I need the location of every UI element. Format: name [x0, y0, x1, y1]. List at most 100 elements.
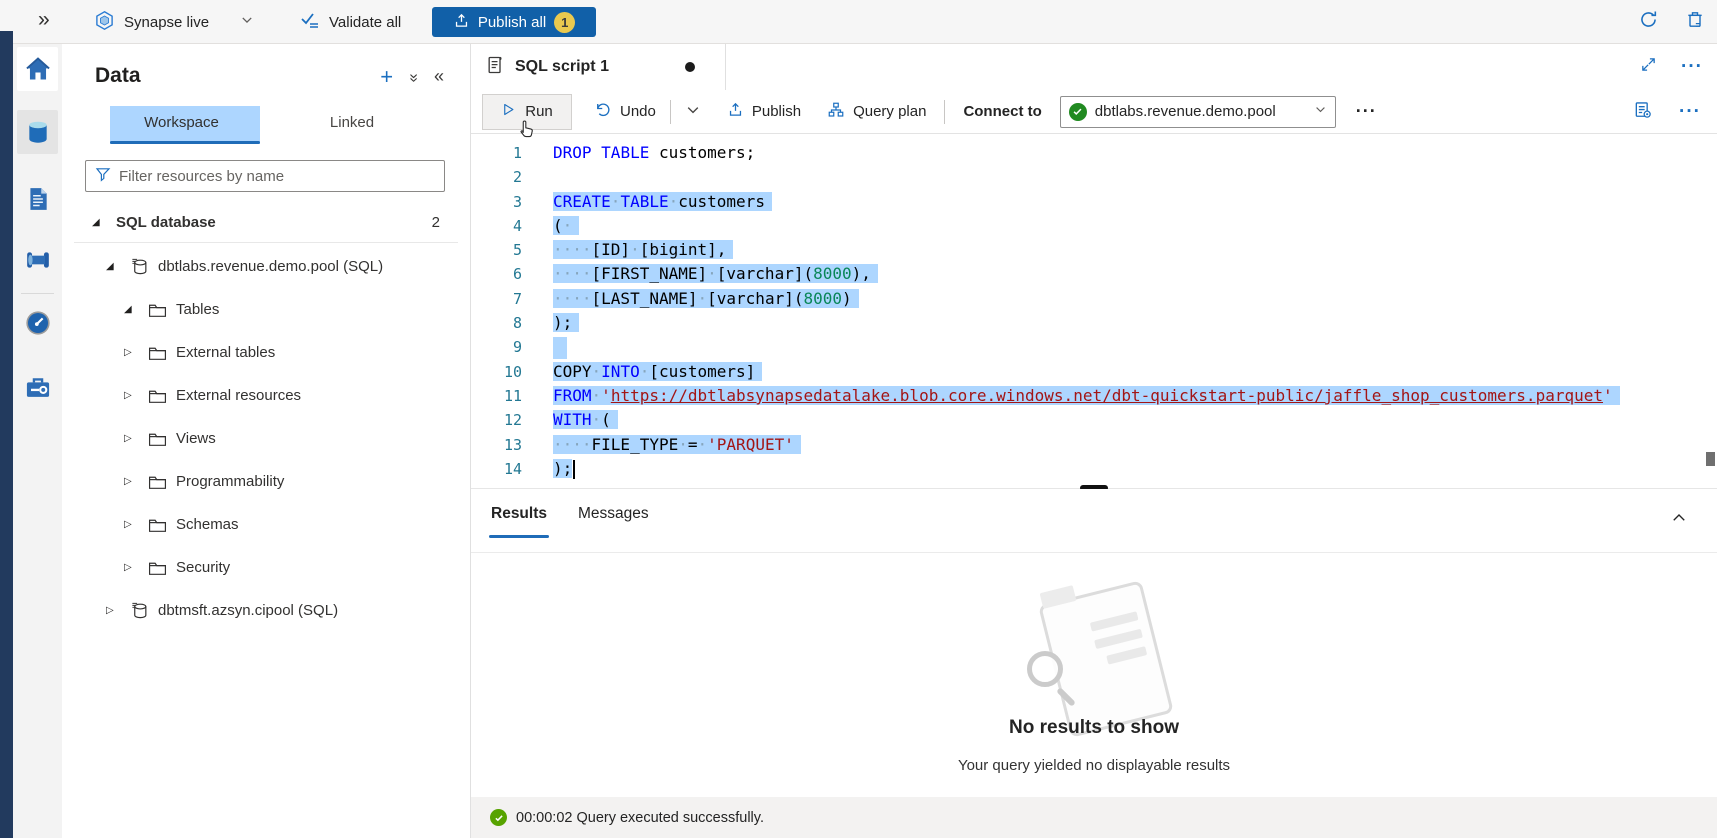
run-options-chevron-icon[interactable] — [685, 102, 701, 122]
expanded-arrow-icon[interactable]: ◢ — [92, 217, 108, 228]
collapse-results-chevron-icon[interactable] — [1670, 509, 1688, 532]
tree-item-label: dbtlabs.revenue.demo.pool (SQL) — [158, 258, 383, 275]
collapse-all-icon[interactable]: » — [405, 73, 423, 80]
code-token: FILE_TYPE — [592, 435, 679, 454]
validate-all-button[interactable]: Validate all — [300, 0, 401, 44]
tree-item[interactable]: ▷Schemas — [62, 503, 470, 546]
code-token: ···· — [553, 240, 592, 259]
collapsed-arrow-icon[interactable]: ▷ — [124, 562, 140, 573]
selection-highlight: FROM·'https://dbtlabsynapsedatalake.blob… — [553, 386, 1620, 405]
validate-check-icon — [300, 10, 320, 34]
code-line[interactable]: 8); — [471, 311, 1717, 335]
add-resource-icon[interactable]: + — [380, 67, 393, 87]
nav-integrate[interactable] — [17, 238, 58, 282]
nav-monitor[interactable] — [17, 301, 58, 345]
selection-highlight: WITH·( — [553, 410, 618, 429]
tree-item[interactable]: ▷dbtmsft.azsyn.cipool (SQL) — [62, 589, 470, 632]
expand-nav-icon[interactable]: » — [38, 8, 50, 32]
code-line[interactable]: 3CREATE·TABLE·customers — [471, 190, 1717, 214]
line-number: 12 — [471, 408, 522, 432]
nav-manage[interactable] — [17, 365, 58, 409]
code-token — [649, 143, 659, 162]
code-line[interactable]: 1DROP TABLE customers; — [471, 141, 1717, 165]
collapsed-arrow-icon[interactable]: ▷ — [124, 433, 140, 444]
expanded-arrow-icon[interactable]: ◢ — [106, 261, 122, 272]
publish-count-badge: 1 — [554, 12, 575, 33]
tree-item[interactable]: ▷ External resources — [62, 374, 470, 417]
tree-item[interactable]: ◢ SQL database 2 — [62, 202, 470, 242]
collapsed-arrow-icon[interactable]: ▷ — [124, 347, 140, 358]
sql-script-tab[interactable]: SQL script 1 — [471, 44, 726, 90]
code-line[interactable]: 9 — [471, 335, 1717, 359]
code-token: ' — [1603, 386, 1613, 405]
code-token: [LAST_NAME] — [592, 289, 698, 308]
collapsed-arrow-icon[interactable]: ▷ — [124, 476, 140, 487]
publish-button[interactable]: Publish — [727, 101, 801, 122]
pool-dropdown[interactable]: dbtlabs.revenue.demo.pool — [1060, 96, 1336, 128]
toolbar-more-icon[interactable]: ··· — [1356, 101, 1377, 122]
code-line[interactable]: 12 WITH·( — [471, 408, 1717, 432]
code-line[interactable]: 5····[ID]·[bigint], — [471, 238, 1717, 262]
code-line[interactable]: 2 — [471, 165, 1717, 189]
expand-editor-icon[interactable] — [1640, 56, 1657, 78]
nav-data[interactable] — [17, 110, 58, 154]
code-editor[interactable]: 1DROP TABLE customers;23CREATE·TABLE·cus… — [471, 134, 1717, 488]
code-line[interactable]: 4(· — [471, 214, 1717, 238]
code-token: FROM — [553, 386, 592, 405]
refresh-icon[interactable] — [1638, 9, 1659, 35]
discard-trash-icon[interactable] — [1685, 9, 1705, 35]
tab-workspace[interactable]: Workspace — [110, 106, 260, 144]
code-token: [FIRST_NAME] — [592, 264, 708, 283]
code-line[interactable]: 6····[FIRST_NAME]·[varchar](8000), — [471, 262, 1717, 286]
tab-results[interactable]: Results — [491, 505, 547, 523]
collapsed-arrow-icon[interactable]: ▷ — [124, 390, 140, 401]
main-area: SQL script 1 ··· Run Undo — [471, 44, 1717, 838]
tree-item[interactable]: ◢ dbtlabs.revenue.demo.pool (SQL) — [62, 245, 470, 288]
expanded-arrow-icon[interactable]: ◢ — [124, 304, 140, 315]
folder-icon — [148, 474, 168, 490]
tree-item-label: External resources — [176, 387, 301, 404]
tree-item[interactable]: ▷Views — [62, 417, 470, 460]
code-line[interactable]: 11FROM·'https://dbtlabsynapsedatalake.bl… — [471, 384, 1717, 408]
tab-more-icon[interactable]: ··· — [1681, 56, 1703, 78]
data-panel: Data + » « Workspace Linked ◢SQL databas… — [62, 44, 471, 838]
tree-item[interactable]: ▷External tables — [62, 331, 470, 374]
tree-item[interactable]: ▷Programmability — [62, 460, 470, 503]
code-line[interactable]: 10COPY·INTO·[customers] — [471, 360, 1717, 384]
sql-script-icon — [485, 54, 505, 81]
toolbar-separator — [670, 100, 671, 124]
filter-input[interactable] — [119, 168, 444, 185]
tab-linked[interactable]: Linked — [307, 106, 397, 144]
code-line[interactable]: 13····FILE_TYPE·=·'PARQUET' — [471, 433, 1717, 457]
collapsed-arrow-icon[interactable]: ▷ — [124, 519, 140, 530]
tree-item[interactable]: ▷Security — [62, 546, 470, 589]
code-token: [varchar]( — [717, 264, 813, 283]
mode-selector[interactable]: Synapse live — [94, 0, 254, 44]
editor-more-icon[interactable]: ··· — [1679, 101, 1701, 123]
publish-all-button[interactable]: Publish all 1 — [432, 7, 596, 37]
nav-home[interactable] — [17, 47, 58, 91]
code-token: TABLE — [601, 143, 649, 162]
code-token: [customers] — [649, 362, 755, 381]
code-line[interactable]: 14); — [471, 457, 1717, 481]
collapsed-arrow-icon[interactable]: ▷ — [106, 605, 122, 616]
tree-item-label: SQL database — [116, 214, 216, 231]
code-line[interactable]: 7····[LAST_NAME]·[varchar](8000) — [471, 287, 1717, 311]
collapse-panel-icon[interactable]: « — [434, 66, 444, 87]
code-token: ( — [601, 410, 611, 429]
undo-button[interactable]: Undo — [594, 101, 656, 123]
query-plan-button[interactable]: Query plan — [827, 101, 926, 123]
tree-item[interactable]: ◢Tables — [62, 288, 470, 331]
success-check-icon — [490, 809, 507, 826]
line-number: 7 — [471, 287, 522, 311]
tree-item-count: 2 — [432, 214, 440, 231]
dropdown-chevron-icon — [1314, 103, 1327, 120]
toolbox-icon — [24, 373, 52, 401]
code-token: CREATE — [553, 192, 611, 211]
folder-icon — [148, 517, 168, 533]
code-token: · — [611, 192, 621, 211]
tab-messages[interactable]: Messages — [578, 505, 649, 523]
view-settings-icon[interactable] — [1633, 100, 1653, 124]
scrollbar-marker[interactable] — [1706, 452, 1715, 466]
nav-develop[interactable] — [17, 177, 58, 221]
